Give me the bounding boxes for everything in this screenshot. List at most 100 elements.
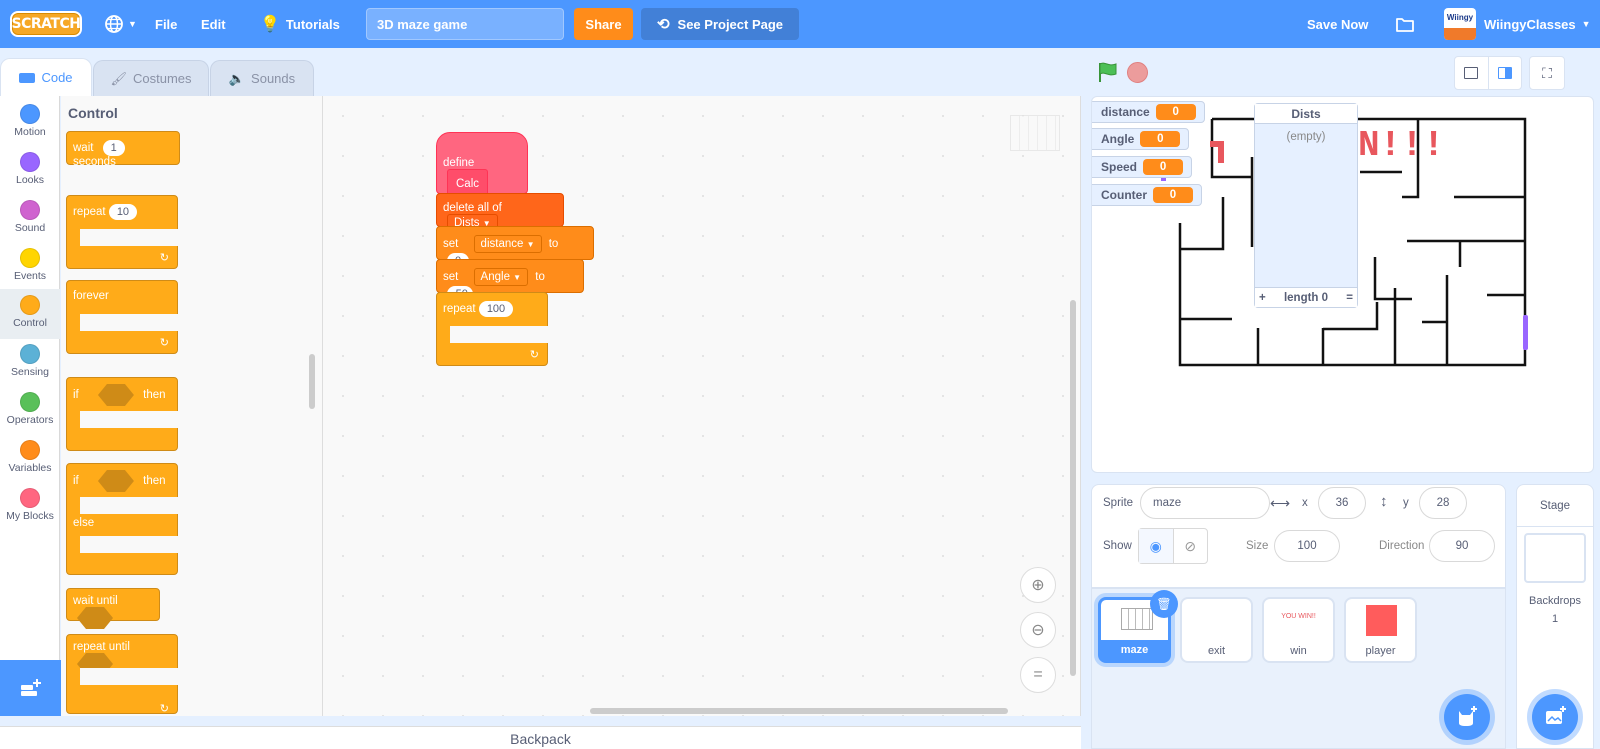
large-stage-button[interactable] — [1489, 57, 1522, 89]
variable-monitor-distance[interactable]: distance 0 — [1092, 101, 1205, 123]
tab-costumes[interactable]: 🖌 Costumes — [93, 60, 209, 96]
set-variable-block[interactable]: set Angle ▼ to -50 — [436, 259, 584, 302]
size-input[interactable]: 100 — [1274, 530, 1340, 562]
sprite-tile-exit[interactable]: exit — [1180, 597, 1253, 663]
tab-code[interactable]: Code — [0, 58, 92, 96]
category-motion[interactable]: Motion — [0, 100, 60, 148]
backdrops-count: 1 — [1551, 613, 1559, 625]
control-dot-icon — [20, 295, 40, 315]
block-if-else[interactable]: if then else — [66, 463, 180, 575]
code-workspace[interactable]: define Calc delete all of Dists ▼ set di… — [323, 96, 1081, 716]
my-stuff-button[interactable] — [1395, 0, 1415, 48]
palette-scrollbar[interactable] — [309, 354, 315, 409]
player-thumbnail — [1366, 605, 1397, 636]
block-text: then — [143, 389, 166, 402]
set-variable-block[interactable]: set distance ▼ to 0 — [436, 226, 594, 269]
sprite-name: exit — [1207, 645, 1226, 657]
green-flag-icon[interactable] — [1096, 60, 1120, 84]
block-text: define — [443, 157, 475, 169]
variable-monitor-speed[interactable]: Speed 0 — [1092, 156, 1193, 178]
block-repeat-until[interactable]: repeat until ↻ — [66, 634, 180, 715]
language-menu[interactable]: ▼ — [104, 0, 137, 48]
zoom-out-button[interactable]: ⊖ — [1020, 612, 1056, 648]
variable-monitor-angle[interactable]: Angle 0 — [1092, 128, 1190, 150]
share-button[interactable]: Share — [574, 8, 633, 40]
category-events[interactable]: Events — [0, 244, 60, 292]
scratch-logo[interactable]: SCRATCH — [10, 11, 82, 37]
block-forever[interactable]: forever ↻ — [66, 280, 180, 354]
choose-backdrop-button[interactable] — [1532, 694, 1578, 740]
zoom-out-icon: ⊖ — [1031, 622, 1045, 639]
y-input[interactable]: 28 — [1419, 487, 1467, 519]
eye-icon: ◉ — [1149, 537, 1162, 554]
add-item-button[interactable]: + — [1259, 292, 1266, 304]
category-label: Variables — [8, 462, 52, 474]
see-project-page-button[interactable]: ⟲ See Project Page — [641, 8, 799, 40]
boolean-slot[interactable] — [97, 384, 134, 406]
dropdown-arrow-icon: ▼ — [526, 240, 535, 249]
category-label: Operators — [6, 414, 54, 426]
small-stage-button[interactable] — [1455, 57, 1489, 89]
sprite-tile-player[interactable]: player — [1344, 597, 1417, 663]
block-repeat[interactable]: repeat 10 ↻ — [66, 195, 180, 269]
block-if-then[interactable]: if then — [66, 377, 180, 451]
sprite-name-input[interactable]: maze — [1140, 487, 1270, 519]
block-input[interactable]: 10 — [108, 204, 138, 220]
workspace-horizontal-scrollbar[interactable] — [590, 708, 1008, 714]
category-operators[interactable]: Operators — [0, 388, 60, 436]
edit-menu[interactable]: Edit — [201, 0, 226, 48]
tutorials-button[interactable]: 💡 Tutorials — [260, 0, 340, 48]
visibility-toggle: ◉ ⊘ — [1138, 528, 1208, 564]
motion-dot-icon — [20, 104, 40, 124]
avatar[interactable]: Wiingy — [1444, 8, 1476, 40]
fullscreen-button[interactable]: ⛶ — [1529, 56, 1565, 90]
category-sensing[interactable]: Sensing — [0, 340, 60, 388]
define-block[interactable]: define Calc — [436, 132, 528, 199]
block-text: forever — [73, 290, 109, 302]
direction-input[interactable]: 90 — [1429, 530, 1495, 562]
hide-button[interactable]: ⊘ — [1174, 529, 1208, 563]
project-title-input[interactable]: 3D maze game — [366, 8, 564, 40]
backpack[interactable]: Backpack — [0, 726, 1081, 749]
block-input[interactable]: 100 — [478, 301, 514, 317]
list-monitor-dists[interactable]: Dists (empty) + length 0 = — [1254, 103, 1358, 308]
resize-handle[interactable]: = — [1346, 292, 1353, 304]
variable-dropdown[interactable]: distance ▼ — [473, 235, 542, 253]
category-sound[interactable]: Sound — [0, 196, 60, 244]
boolean-slot[interactable] — [97, 470, 134, 492]
sprite-tile-win[interactable]: YOU WIN!! win — [1262, 597, 1335, 663]
category-variables[interactable]: Variables — [0, 436, 60, 484]
x-input[interactable]: 36 — [1318, 487, 1366, 519]
account-menu[interactable]: WiingyClasses ▼ — [1484, 0, 1591, 48]
workspace-vertical-scrollbar[interactable] — [1070, 300, 1076, 676]
delete-all-block[interactable]: delete all of Dists ▼ — [436, 193, 564, 232]
variable-monitor-counter[interactable]: Counter 0 — [1092, 184, 1202, 206]
show-button[interactable]: ◉ — [1139, 529, 1174, 563]
category-label: Motion — [14, 126, 46, 138]
file-menu[interactable]: File — [155, 0, 177, 48]
category-looks[interactable]: Looks — [0, 148, 60, 196]
choose-sprite-button[interactable] — [1444, 694, 1490, 740]
add-extension-button[interactable] — [0, 660, 61, 716]
speaker-icon: 🔈 — [228, 70, 246, 86]
block-input[interactable]: 1 — [102, 140, 125, 156]
looks-dot-icon — [20, 152, 40, 172]
category-control[interactable]: Control — [0, 289, 60, 339]
sprite-name: player — [1365, 645, 1396, 657]
tab-sounds[interactable]: 🔈 Sounds — [210, 60, 314, 96]
save-now-button[interactable]: Save Now — [1307, 0, 1368, 48]
chevron-down-icon: ▼ — [1581, 19, 1591, 29]
block-wait-seconds[interactable]: wait 1 seconds — [66, 131, 180, 168]
block-wait-until[interactable]: wait until — [66, 588, 160, 629]
zoom-reset-button[interactable]: = — [1020, 657, 1056, 693]
category-my-blocks[interactable]: My Blocks — [0, 484, 60, 532]
delete-sprite-button[interactable]: 🗑 — [1150, 590, 1178, 618]
zoom-in-button[interactable]: ⊕ — [1020, 567, 1056, 603]
stop-button[interactable] — [1127, 62, 1148, 83]
avatar-text: Wiingy — [1446, 13, 1474, 22]
variable-dropdown[interactable]: Angle ▼ — [473, 268, 529, 286]
category-label: Looks — [15, 174, 45, 186]
stage-canvas[interactable]: N!!! distance 0 Angle 0 Speed 0 Counter … — [1091, 96, 1594, 473]
boolean-slot[interactable] — [77, 607, 113, 629]
repeat-block[interactable]: repeat 100 ↻ — [436, 292, 550, 366]
